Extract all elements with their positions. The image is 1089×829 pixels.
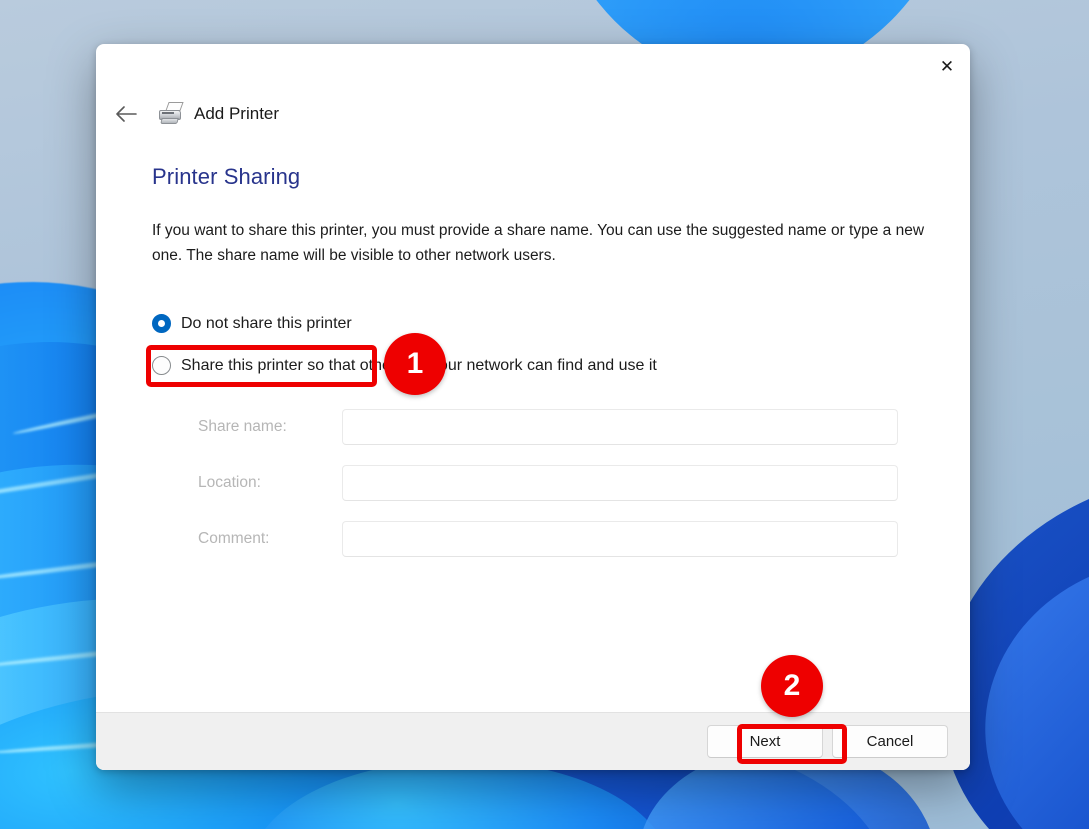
- dialog-navbar: Add Printer: [96, 92, 970, 136]
- desktop-wallpaper: ✕ Add Printer Printer Sharing If you wan…: [0, 0, 1089, 829]
- page-title: Printer Sharing: [152, 164, 301, 189]
- location-label: Location:: [198, 474, 261, 492]
- radio-share-label[interactable]: Share this printer so that others on you…: [181, 357, 657, 375]
- share-radio-option[interactable]: Share this printer so that others on you…: [152, 356, 914, 376]
- add-printer-dialog: ✕ Add Printer Printer Sharing If you wan…: [96, 44, 970, 770]
- printer-icon: [158, 102, 184, 126]
- comment-label: Comment:: [198, 530, 270, 548]
- radio-share-indicator[interactable]: [152, 356, 171, 376]
- dialog-content: Printer Sharing If you want to share thi…: [96, 136, 970, 712]
- page-description: If you want to share this printer, you m…: [152, 222, 925, 265]
- comment-input[interactable]: [342, 521, 898, 558]
- comment-row: Comment:: [152, 521, 914, 558]
- close-icon[interactable]: ✕: [924, 44, 970, 90]
- location-row: Location:: [152, 465, 914, 502]
- no-share-radio-option[interactable]: Do not share this printer: [152, 314, 914, 334]
- dialog-footer: Next Cancel: [96, 712, 970, 770]
- dialog-title: Add Printer: [194, 104, 280, 123]
- radio-no-share-label[interactable]: Do not share this printer: [181, 315, 352, 333]
- back-arrow-icon[interactable]: [106, 94, 146, 134]
- radio-no-share-indicator[interactable]: [152, 314, 171, 334]
- share-details-fields: Share name: Location: Comment:: [152, 409, 914, 558]
- cancel-button[interactable]: Cancel: [832, 725, 948, 758]
- location-input[interactable]: [342, 465, 898, 502]
- share-name-input[interactable]: [342, 409, 898, 446]
- dialog-titlebar: ✕: [96, 44, 970, 92]
- next-button[interactable]: Next: [707, 725, 823, 758]
- share-name-label: Share name:: [198, 418, 287, 436]
- share-name-row: Share name:: [152, 409, 914, 446]
